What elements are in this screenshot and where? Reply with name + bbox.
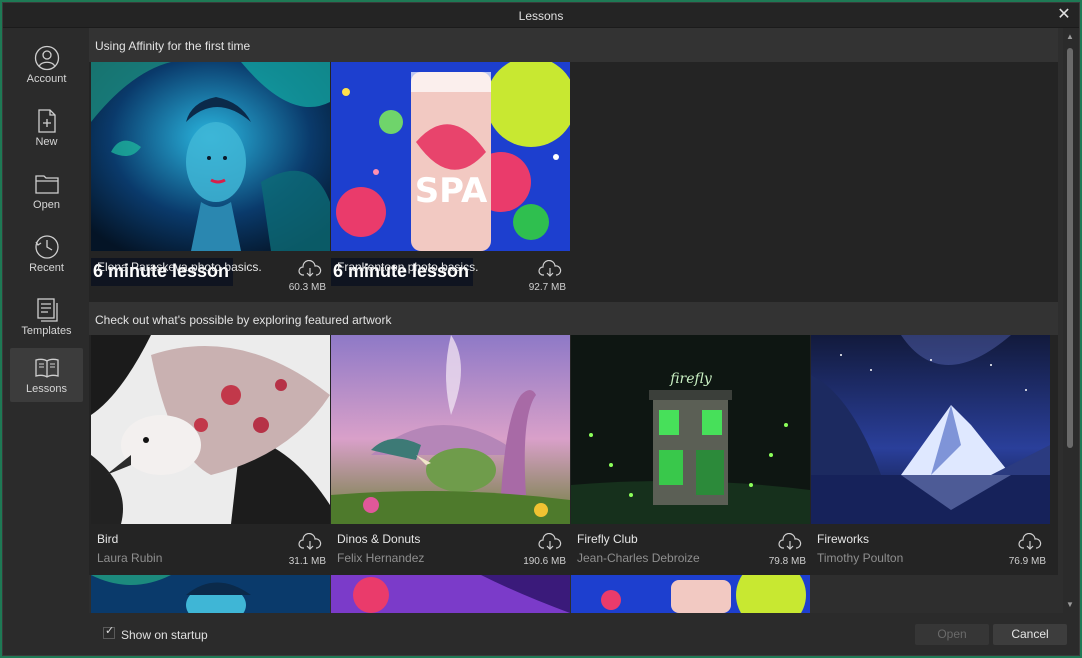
cloud-download-icon[interactable]	[538, 533, 562, 551]
download-size: 60.3 MB	[288, 282, 326, 293]
show-on-startup-label[interactable]: Show on startup	[121, 628, 208, 642]
lesson-thumbnail	[91, 62, 330, 251]
dialog-footer: ✓ Show on startup Open Cancel	[89, 613, 1079, 655]
close-icon[interactable]: ✕	[1055, 6, 1073, 24]
lesson-name: Frankentoon photo basics.	[337, 260, 479, 274]
download-size: 79.8 MB	[768, 556, 806, 567]
artwork-author: Timothy Poulton	[817, 551, 904, 565]
artwork-thumbnail	[91, 335, 330, 524]
svg-text:firefly: firefly	[669, 371, 713, 387]
artwork-card[interactable]: Dinos & Donuts Felix Hernandez 190.6 MB	[331, 335, 570, 575]
sidebar-item-new[interactable]: New	[10, 101, 83, 155]
lesson-card[interactable]: 6 minute lesson Elena Paraskeva photo ba…	[91, 62, 330, 302]
download-size: 76.9 MB	[1008, 556, 1046, 567]
sidebar: Account New Open Recent Templates Lesson…	[3, 28, 89, 655]
artwork-card[interactable]: Bird Laura Rubin 31.1 MB	[91, 335, 330, 575]
vertical-scrollbar[interactable]: ▲ ▼	[1063, 28, 1077, 613]
artwork-thumbnail	[331, 335, 570, 524]
scroll-up-icon[interactable]: ▲	[1066, 32, 1074, 41]
cloud-download-icon[interactable]	[778, 533, 802, 551]
sidebar-item-label: Account	[26, 73, 67, 85]
lessons-dialog: Lessons ✕ Account New Open Recent Templa…	[2, 2, 1080, 656]
book-icon	[34, 358, 59, 378]
artwork-author: Laura Rubin	[97, 551, 163, 565]
partial-thumbnail[interactable]	[571, 575, 810, 613]
cloud-download-icon[interactable]	[1018, 533, 1042, 551]
partial-thumbnail[interactable]	[91, 575, 330, 613]
sidebar-item-label: New	[35, 136, 58, 148]
scroll-down-icon[interactable]: ▼	[1066, 600, 1074, 609]
sidebar-item-recent[interactable]: Recent	[10, 227, 83, 281]
section-title: Check out what's possible by exploring f…	[89, 302, 1058, 335]
sidebar-item-templates[interactable]: Templates	[10, 290, 83, 344]
artwork-name: Firefly Club	[577, 532, 638, 546]
lesson-card[interactable]: SPA 6 minute lesson Frankentoon photo ba…	[331, 62, 570, 302]
lessons-panel: 6 minute lesson Elena Paraskeva photo ba…	[89, 62, 1058, 302]
section-title: Using Affinity for the first time	[89, 28, 1058, 62]
artwork-panel: Bird Laura Rubin 31.1 MB Dinos & Donuts …	[89, 335, 1058, 575]
download-size: 92.7 MB	[528, 282, 566, 293]
cancel-button[interactable]: Cancel	[993, 624, 1067, 645]
artwork-author: Felix Hernandez	[337, 551, 425, 565]
partial-thumbnail[interactable]	[331, 575, 570, 613]
sidebar-item-label: Templates	[21, 325, 72, 337]
sidebar-item-account[interactable]: Account	[10, 38, 83, 92]
checkmark-icon: ✓	[105, 625, 115, 637]
lessons-content: Using Affinity for the first time 6 minu…	[89, 28, 1063, 613]
artwork-card[interactable]: firefly Firefly Club Jean-Charles Debroi…	[571, 335, 810, 575]
artwork-name: Bird	[97, 532, 119, 546]
sidebar-item-label: Lessons	[26, 383, 67, 395]
title-bar: Lessons ✕	[3, 3, 1079, 28]
artwork-author: Jean-Charles Debroize	[577, 551, 700, 565]
open-button[interactable]: Open	[915, 624, 989, 645]
artwork-card[interactable]: Fireworks Timothy Poulton 76.9 MB	[811, 335, 1050, 575]
sidebar-item-open[interactable]: Open	[10, 164, 83, 218]
sidebar-item-lessons[interactable]: Lessons	[10, 348, 83, 402]
cloud-download-icon[interactable]	[298, 260, 322, 278]
cloud-download-icon[interactable]	[538, 260, 562, 278]
artwork-name: Fireworks	[817, 532, 870, 546]
scroll-thumb[interactable]	[1067, 48, 1073, 448]
sidebar-item-label: Open	[33, 199, 60, 211]
new-document-icon	[37, 109, 56, 133]
clock-icon	[34, 235, 59, 259]
cloud-download-icon[interactable]	[298, 533, 322, 551]
artwork-name: Dinos & Donuts	[337, 532, 421, 546]
account-icon	[34, 45, 59, 71]
artwork-thumbnail	[811, 335, 1050, 524]
artwork-thumbnail: firefly	[571, 335, 810, 524]
sidebar-item-label: Recent	[29, 262, 64, 274]
lesson-thumbnail: SPA	[331, 62, 570, 251]
folder-icon	[34, 175, 59, 194]
download-size: 190.6 MB	[523, 556, 566, 567]
window-title: Lessons	[518, 9, 564, 23]
download-size: 31.1 MB	[288, 556, 326, 567]
svg-text:SPA: SPA	[415, 171, 488, 211]
lesson-name: Elena Paraskeva photo basics.	[97, 260, 262, 274]
templates-icon	[36, 298, 58, 322]
